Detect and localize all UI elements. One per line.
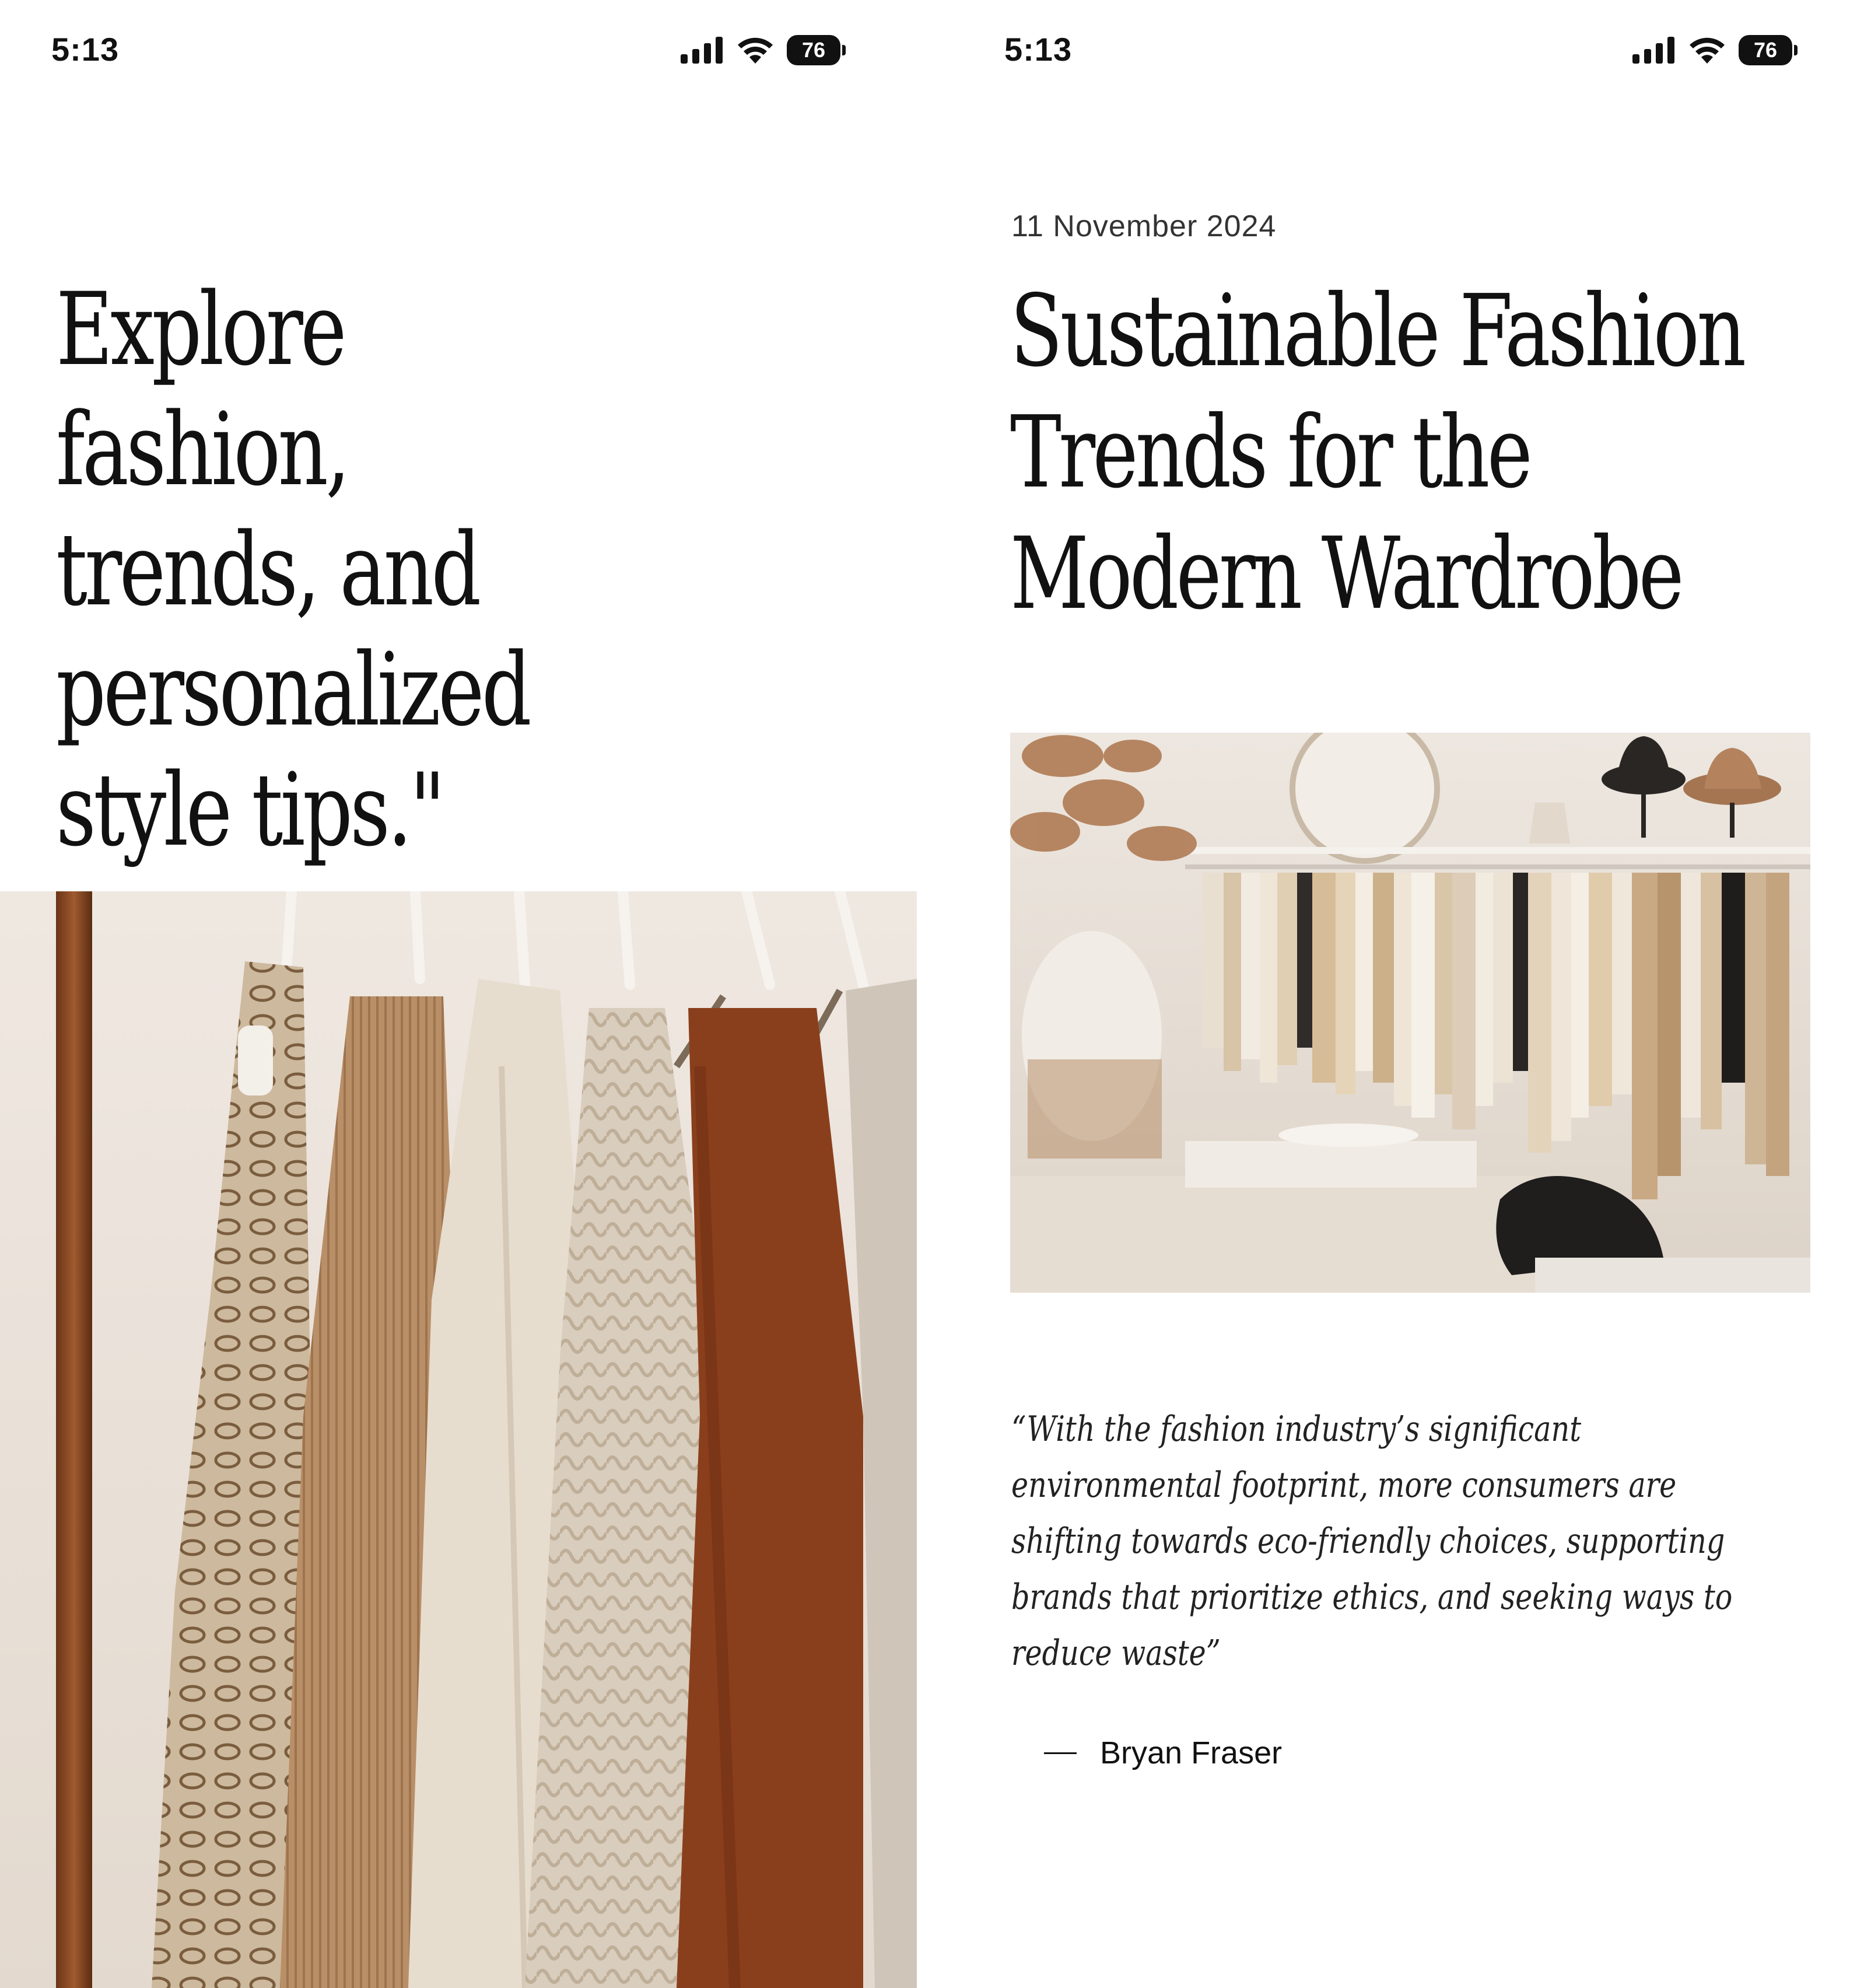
hero-headline: Explore fashion, trends, and personalize… (56, 270, 647, 870)
article-date: 11 November 2024 (1011, 209, 1277, 243)
quote-attribution: Bryan Fraser (1044, 1735, 1282, 1771)
hero-headline-line: Explore fashion, (56, 271, 351, 508)
status-icons: 76 (681, 33, 846, 68)
hero-headline-line: trends, and (56, 511, 481, 628)
article-title-line: Trends for the (1010, 395, 1533, 510)
phone-screen-right: 5:13 76 11 November 2024 Sustainable Fas… (945, 0, 1871, 1988)
battery-level: 76 (1739, 35, 1792, 65)
article-title: Sustainable Fashion Trends for the Moder… (1010, 271, 1779, 635)
quote-line: environmental footprint, more consumers … (1011, 1465, 1677, 1506)
signal-icon (1632, 37, 1676, 64)
status-time: 5:13 (51, 31, 120, 68)
quote-author: Bryan Fraser (1100, 1735, 1283, 1770)
quote-line: shifting towards eco-friendly choices, s… (1011, 1521, 1725, 1562)
quote-line: brands that prioritize ethics, and seeki… (1011, 1577, 1733, 1618)
wifi-icon (737, 37, 774, 64)
hero-headline-line: style tips." (56, 751, 446, 869)
boutique-interior-image (1010, 733, 1810, 1293)
status-bar: 5:13 76 (0, 0, 922, 99)
phone-screen-left: 5:13 76 Explore fashion, trends, and per… (0, 0, 922, 1988)
battery-level: 76 (787, 35, 840, 65)
clothing-rack-image (0, 891, 917, 1988)
quote-line: reduce waste” (1011, 1633, 1221, 1674)
quote-line: “With the fashion industry’s significant (1011, 1409, 1581, 1450)
status-time: 5:13 (1004, 31, 1073, 68)
em-dash (1044, 1752, 1077, 1754)
signal-icon (681, 37, 724, 64)
article-title-line: Sustainable Fashion (1010, 274, 1746, 389)
battery-icon: 76 (1739, 35, 1798, 65)
hero-headline-line: personalized (56, 631, 532, 748)
status-icons: 76 (1632, 33, 1798, 68)
wifi-icon (1688, 37, 1726, 64)
article-quote: “With the fashion industry’s significant… (1011, 1401, 1757, 1681)
battery-icon: 76 (787, 35, 846, 65)
article-title-line: Modern Wardrobe (1010, 516, 1684, 632)
status-bar: 5:13 76 (945, 0, 1871, 99)
